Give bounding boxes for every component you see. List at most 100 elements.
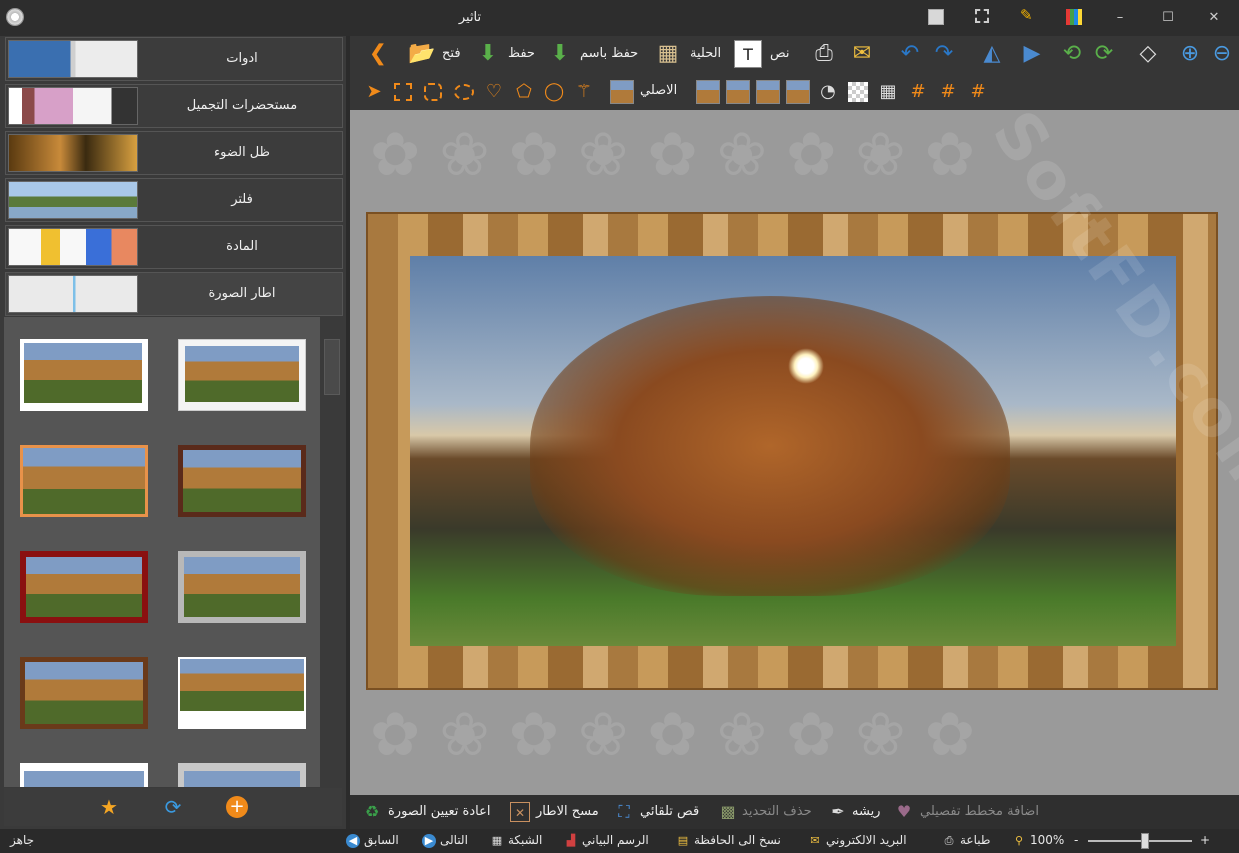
previous-button[interactable]: السابق [364, 833, 399, 847]
save-icon[interactable]: ⬇ [474, 40, 502, 68]
reset-image-button[interactable]: اعادة تعيين الصورة [388, 804, 490, 819]
email-button[interactable]: البريد الالكتروني [826, 833, 907, 847]
save-as-label[interactable]: حفظ باسم [580, 46, 638, 61]
refresh-icon[interactable]: ⟳ [160, 794, 186, 820]
transparency-icon[interactable] [848, 82, 868, 102]
maximize-button[interactable]: ☐ [1158, 8, 1178, 28]
hash-grid-icon[interactable]: # [938, 82, 958, 102]
zoom-in-icon[interactable]: ⊕ [1176, 40, 1204, 68]
polygon-select-icon[interactable]: ⬠ [514, 82, 534, 102]
frame-option[interactable] [20, 763, 148, 787]
flip-horizontal-icon[interactable]: ◭ [978, 40, 1006, 68]
fullscreen-icon[interactable] [975, 9, 989, 23]
undo-icon[interactable]: ↶ [896, 40, 924, 68]
zoom-slider-track[interactable] [1088, 840, 1192, 842]
close-button[interactable]: ✕ [1204, 8, 1224, 28]
category-filter[interactable]: فلتر [5, 178, 343, 222]
frame-option[interactable] [20, 339, 148, 411]
minimize-button[interactable]: – [1110, 8, 1130, 28]
document-icon[interactable] [928, 9, 944, 25]
image-canvas[interactable]: ✿ ❀ ✿ ❀ ✿ ❀ ✿ ❀ ✿ ✿ ❀ ✿ ❀ ✿ ❀ ✿ ❀ ✿ Soft… [350, 110, 1239, 795]
frame-option[interactable] [20, 551, 148, 623]
frame-option[interactable] [20, 657, 148, 729]
chart-icon[interactable]: ▟ [564, 834, 578, 848]
original-thumbnail[interactable] [610, 80, 634, 104]
effect-thumbnail[interactable] [786, 80, 810, 104]
category-light-shadow[interactable]: ظل الضوء [5, 131, 343, 175]
auto-crop-button[interactable]: قص تلقائي [640, 804, 699, 819]
category-photo-frame[interactable]: اطار الصورة [5, 272, 343, 316]
copy-clipboard-button[interactable]: نسخ الى الحافظة [694, 833, 781, 847]
zoom-slider-knob[interactable] [1141, 833, 1149, 849]
ornament-label[interactable]: الحلية [690, 46, 721, 61]
chart-button[interactable]: الرسم البياني [582, 833, 649, 847]
red-eye-icon[interactable]: ◔ [818, 82, 838, 102]
zoom-out-icon[interactable]: ⊖ [1208, 40, 1236, 68]
hash-grid-icon[interactable]: # [908, 82, 928, 102]
rounded-rect-select-icon[interactable] [424, 83, 442, 101]
frame-option[interactable] [178, 339, 306, 411]
rotate-left-icon[interactable]: ⟲ [1058, 40, 1086, 68]
open-folder-icon[interactable]: 📂 [408, 40, 436, 68]
pointer-arrow-icon[interactable]: ➤ [364, 82, 384, 102]
heart-select-icon[interactable]: ♡ [484, 82, 504, 102]
flip-vertical-icon[interactable]: ▶ [1018, 40, 1046, 68]
feather-icon[interactable]: ✒ [828, 802, 848, 822]
open-label[interactable]: فتح [442, 46, 461, 61]
heart-outline-icon[interactable]: ♥ [894, 802, 914, 822]
scrollbar-thumb[interactable] [324, 339, 340, 395]
rect-select-icon[interactable] [394, 83, 412, 101]
grid-status-icon[interactable]: ▦ [490, 834, 504, 848]
grid-button[interactable]: الشبكة [508, 833, 542, 847]
recycle-icon[interactable]: ♻ [362, 802, 382, 822]
pencil-icon[interactable]: ✎ [1020, 6, 1036, 24]
category-material[interactable]: المادة [5, 225, 343, 269]
effect-thumbnail[interactable] [726, 80, 750, 104]
redo-icon[interactable]: ↷ [930, 40, 958, 68]
color-palette-icon[interactable] [1066, 9, 1082, 25]
crop-icon[interactable]: ◇ [1134, 40, 1162, 68]
save-as-icon[interactable]: ⬇ [546, 40, 574, 68]
erase-frame-icon[interactable]: ✕ [510, 802, 530, 822]
magic-wand-icon[interactable]: ⚚ [574, 82, 594, 102]
email-icon[interactable]: ✉ [848, 40, 876, 68]
frame-option[interactable] [178, 445, 306, 517]
ornament-icon[interactable]: ▦ [654, 40, 682, 68]
clipboard-icon[interactable]: ▤ [676, 834, 690, 848]
printer-icon[interactable]: ⎙ [810, 40, 838, 68]
delete-selection-icon[interactable]: ▩ [718, 802, 738, 822]
next-icon[interactable]: ▶ [422, 834, 436, 848]
print-status-icon[interactable]: ⎙ [942, 834, 956, 848]
frame-option[interactable] [178, 763, 306, 787]
lasso-icon[interactable]: ◯ [544, 82, 564, 102]
zoom-in-button[interactable]: + [1200, 833, 1210, 847]
delete-selection-button[interactable]: حذف التحديد [742, 804, 812, 819]
effect-thumbnail[interactable] [696, 80, 720, 104]
erase-frame-button[interactable]: مسح الاطار [536, 804, 599, 819]
feather-button[interactable]: ريشه [852, 804, 880, 819]
add-detail-outline-button[interactable]: اضافة مخطط تفصيلي [920, 804, 1039, 819]
text-icon[interactable]: T [734, 40, 762, 68]
text-label[interactable]: نص [770, 46, 790, 61]
ellipse-select-icon[interactable] [454, 84, 474, 100]
back-arrow-icon[interactable]: ❮ [364, 40, 392, 68]
email-status-icon[interactable]: ✉ [808, 834, 822, 848]
next-button[interactable]: التالى [440, 833, 468, 847]
auto-crop-icon[interactable]: ⛶ [614, 802, 634, 822]
effect-thumbnail[interactable] [756, 80, 780, 104]
category-cosmetics[interactable]: مستحضرات التجميل [5, 84, 343, 128]
frame-option[interactable] [178, 551, 306, 623]
zoom-out-button[interactable]: - [1074, 833, 1078, 847]
frame-option[interactable] [178, 657, 306, 729]
frame-option[interactable] [20, 445, 148, 517]
add-icon[interactable]: + [226, 796, 248, 818]
favorite-star-icon[interactable]: ★ [96, 794, 122, 820]
category-tools[interactable]: ادوات [5, 37, 343, 81]
previous-icon[interactable]: ◀ [346, 834, 360, 848]
grid-icon[interactable]: ▦ [878, 82, 898, 102]
hash-grid-icon[interactable]: # [968, 82, 988, 102]
print-button[interactable]: طباعة [960, 833, 990, 847]
original-label[interactable]: الاصلي [640, 83, 677, 98]
gallery-scrollbar[interactable] [322, 319, 342, 785]
rotate-right-icon[interactable]: ⟳ [1090, 40, 1118, 68]
